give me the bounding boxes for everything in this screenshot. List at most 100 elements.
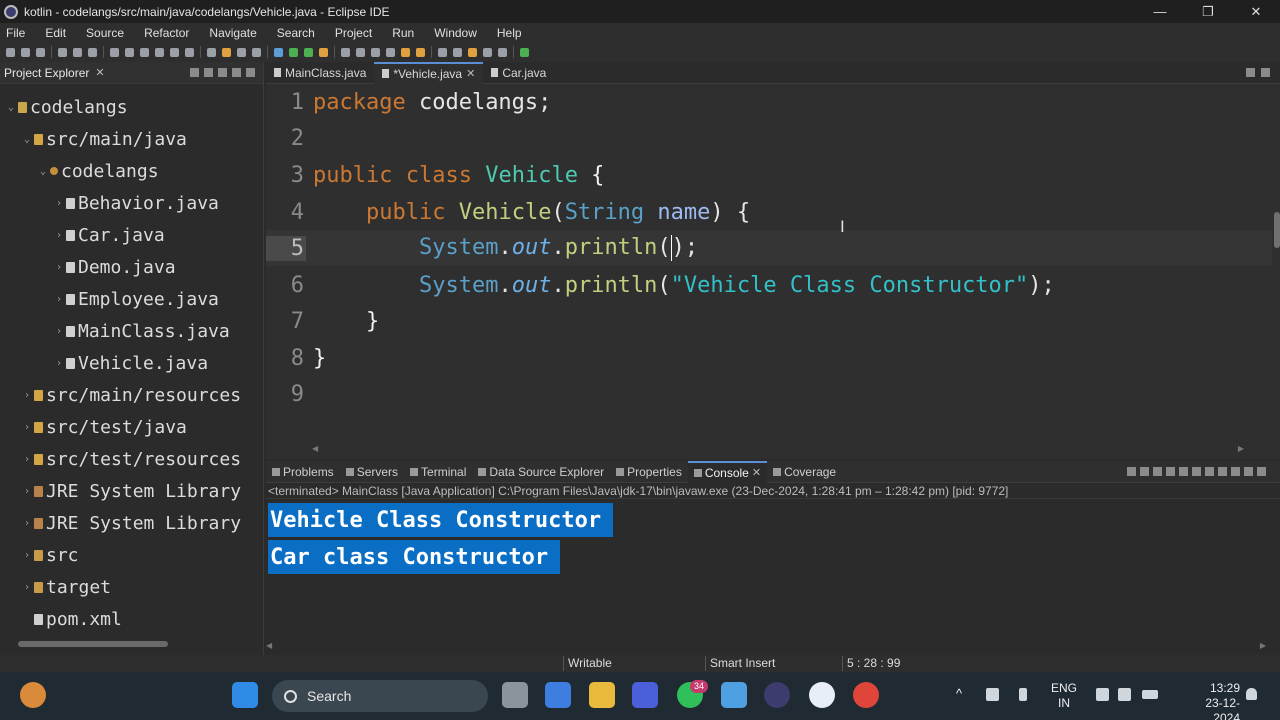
- status-cursor-position[interactable]: 5 : 28 : 99: [842, 656, 900, 671]
- pencil-icon[interactable]: [416, 47, 425, 57]
- save-all-icon[interactable]: [36, 47, 45, 57]
- tree-item[interactable]: › src: [20, 539, 79, 571]
- redo-icon[interactable]: [73, 47, 82, 57]
- console-output-line[interactable]: Vehicle Class Constructor: [268, 503, 614, 537]
- minimize-view-icon[interactable]: [1246, 68, 1255, 77]
- task-view-icon[interactable]: [502, 682, 528, 708]
- android-studio-icon[interactable]: [809, 682, 835, 708]
- volume-icon[interactable]: [1118, 688, 1131, 701]
- tree-item[interactable]: pom.xml: [20, 603, 122, 635]
- status-insert-mode[interactable]: Smart Insert: [705, 656, 775, 671]
- minimize-view-icon[interactable]: [1244, 467, 1253, 476]
- close-icon[interactable]: ✕: [752, 466, 761, 479]
- suspend-icon[interactable]: [125, 47, 134, 57]
- new-package-icon[interactable]: [356, 47, 365, 57]
- tree-item[interactable]: › JRE System Library: [20, 475, 241, 507]
- run-icon[interactable]: [289, 47, 298, 57]
- skip-breakpoints-icon[interactable]: [88, 47, 97, 57]
- resume-icon[interactable]: [110, 47, 119, 57]
- link-editor-icon[interactable]: [204, 68, 213, 77]
- tab-problems[interactable]: Problems: [266, 461, 340, 483]
- minimize-view-icon[interactable]: [232, 68, 241, 77]
- search-icon[interactable]: [207, 47, 216, 57]
- scroll-right-icon[interactable]: ▶: [1260, 641, 1266, 650]
- file-explorer-icon[interactable]: [589, 682, 615, 708]
- previous-annotation-icon[interactable]: [453, 47, 462, 57]
- close-icon[interactable]: ✕: [95, 66, 104, 79]
- windows-start-icon[interactable]: [232, 682, 258, 708]
- menu-edit[interactable]: Edit: [45, 26, 66, 40]
- collapse-all-icon[interactable]: [190, 68, 199, 77]
- console-horizontal-scrollbar[interactable]: ◀ ▶: [266, 641, 1266, 651]
- tree-item[interactable]: › Vehicle.java: [52, 347, 208, 379]
- display-console-icon[interactable]: [1218, 467, 1227, 476]
- menu-run[interactable]: Run: [392, 26, 414, 40]
- chevron-right-icon[interactable]: ›: [52, 198, 66, 209]
- code-editor[interactable]: 1 package codelangs; 2 3 public class Ve…: [266, 84, 1272, 437]
- menu-window[interactable]: Window: [434, 26, 477, 40]
- menu-navigate[interactable]: Navigate: [209, 26, 256, 40]
- external-tools-icon[interactable]: [319, 47, 328, 57]
- weather-widget-icon[interactable]: [20, 682, 46, 708]
- chevron-right-icon[interactable]: ›: [20, 454, 34, 465]
- chevron-right-icon[interactable]: ›: [52, 326, 66, 337]
- menu-search[interactable]: Search: [277, 26, 315, 40]
- scroll-left-icon[interactable]: ◀: [312, 444, 318, 453]
- close-button[interactable]: ✕: [1232, 0, 1280, 23]
- tree-item[interactable]: › JRE System Library: [20, 507, 241, 539]
- step-return-icon[interactable]: [185, 47, 194, 57]
- console-output-line[interactable]: Car class Constructor: [268, 540, 561, 574]
- tree-item[interactable]: › Behavior.java: [52, 187, 219, 219]
- tree-item[interactable]: ⌄ codelangs: [4, 91, 128, 123]
- taskbar-search[interactable]: Search: [272, 680, 488, 712]
- notification-bell-icon[interactable]: [1246, 688, 1257, 700]
- maximize-button[interactable]: ❐: [1184, 0, 1232, 23]
- tab-vehicle[interactable]: *Vehicle.java ✕: [374, 61, 484, 84]
- chevron-right-icon[interactable]: ›: [20, 518, 34, 529]
- menu-project[interactable]: Project: [335, 26, 372, 40]
- scroll-lock-icon[interactable]: [1179, 467, 1188, 476]
- tree-item[interactable]: ⌄ src/main/java: [20, 123, 187, 155]
- copy-icon[interactable]: [1166, 467, 1175, 476]
- new-java-project-icon[interactable]: [341, 47, 350, 57]
- cloud-icon[interactable]: [986, 688, 999, 701]
- maximize-view-icon[interactable]: [1261, 68, 1270, 77]
- chevron-right-icon[interactable]: ›: [52, 262, 66, 273]
- battery-icon[interactable]: [1142, 690, 1158, 699]
- new-class-icon[interactable]: [371, 47, 380, 57]
- maximize-view-icon[interactable]: [1257, 467, 1266, 476]
- tree-item[interactable]: › src/main/resources: [20, 379, 241, 411]
- tree-item[interactable]: › MainClass.java: [52, 315, 230, 347]
- tab-car[interactable]: Car.java: [483, 62, 554, 84]
- editor-horizontal-scrollbar[interactable]: ◀ ▶: [312, 443, 1244, 453]
- word-wrap-icon[interactable]: [1192, 467, 1201, 476]
- tree-item[interactable]: › src/test/resources: [20, 443, 241, 475]
- minimize-button[interactable]: —: [1136, 0, 1184, 23]
- tree-item[interactable]: › Car.java: [52, 219, 165, 251]
- tab-coverage[interactable]: Coverage: [767, 461, 842, 483]
- last-edit-icon[interactable]: [468, 47, 477, 57]
- tree-item[interactable]: ⌄ codelangs: [36, 155, 159, 187]
- chevron-right-icon[interactable]: ›: [20, 486, 34, 497]
- editor-vertical-scrollbar[interactable]: [1272, 84, 1280, 454]
- tab-mainclass[interactable]: MainClass.java: [266, 62, 374, 84]
- chevron-right-icon[interactable]: ›: [52, 294, 66, 305]
- microsoft-store-icon[interactable]: [545, 682, 571, 708]
- block-select-icon[interactable]: [237, 47, 246, 57]
- tab-data-source-explorer[interactable]: Data Source Explorer: [472, 461, 610, 483]
- pin-console-icon[interactable]: [1205, 467, 1214, 476]
- chrome-icon[interactable]: [853, 682, 879, 708]
- tab-console[interactable]: Console ✕: [687, 460, 768, 483]
- coverage-icon[interactable]: [304, 47, 313, 57]
- maximize-view-icon[interactable]: [246, 68, 255, 77]
- clock[interactable]: 13:29 23-12-2024: [1196, 681, 1240, 720]
- show-whitespace-icon[interactable]: [252, 47, 261, 57]
- tree-item[interactable]: › Employee.java: [52, 283, 219, 315]
- menu-refactor[interactable]: Refactor: [144, 26, 189, 40]
- chevron-right-icon[interactable]: ›: [20, 582, 34, 593]
- menu-help[interactable]: Help: [497, 26, 522, 40]
- remove-all-icon[interactable]: [1153, 467, 1162, 476]
- highlight-icon[interactable]: [222, 47, 231, 57]
- close-icon[interactable]: ✕: [466, 67, 475, 80]
- chevron-down-icon[interactable]: ⌄: [4, 102, 18, 113]
